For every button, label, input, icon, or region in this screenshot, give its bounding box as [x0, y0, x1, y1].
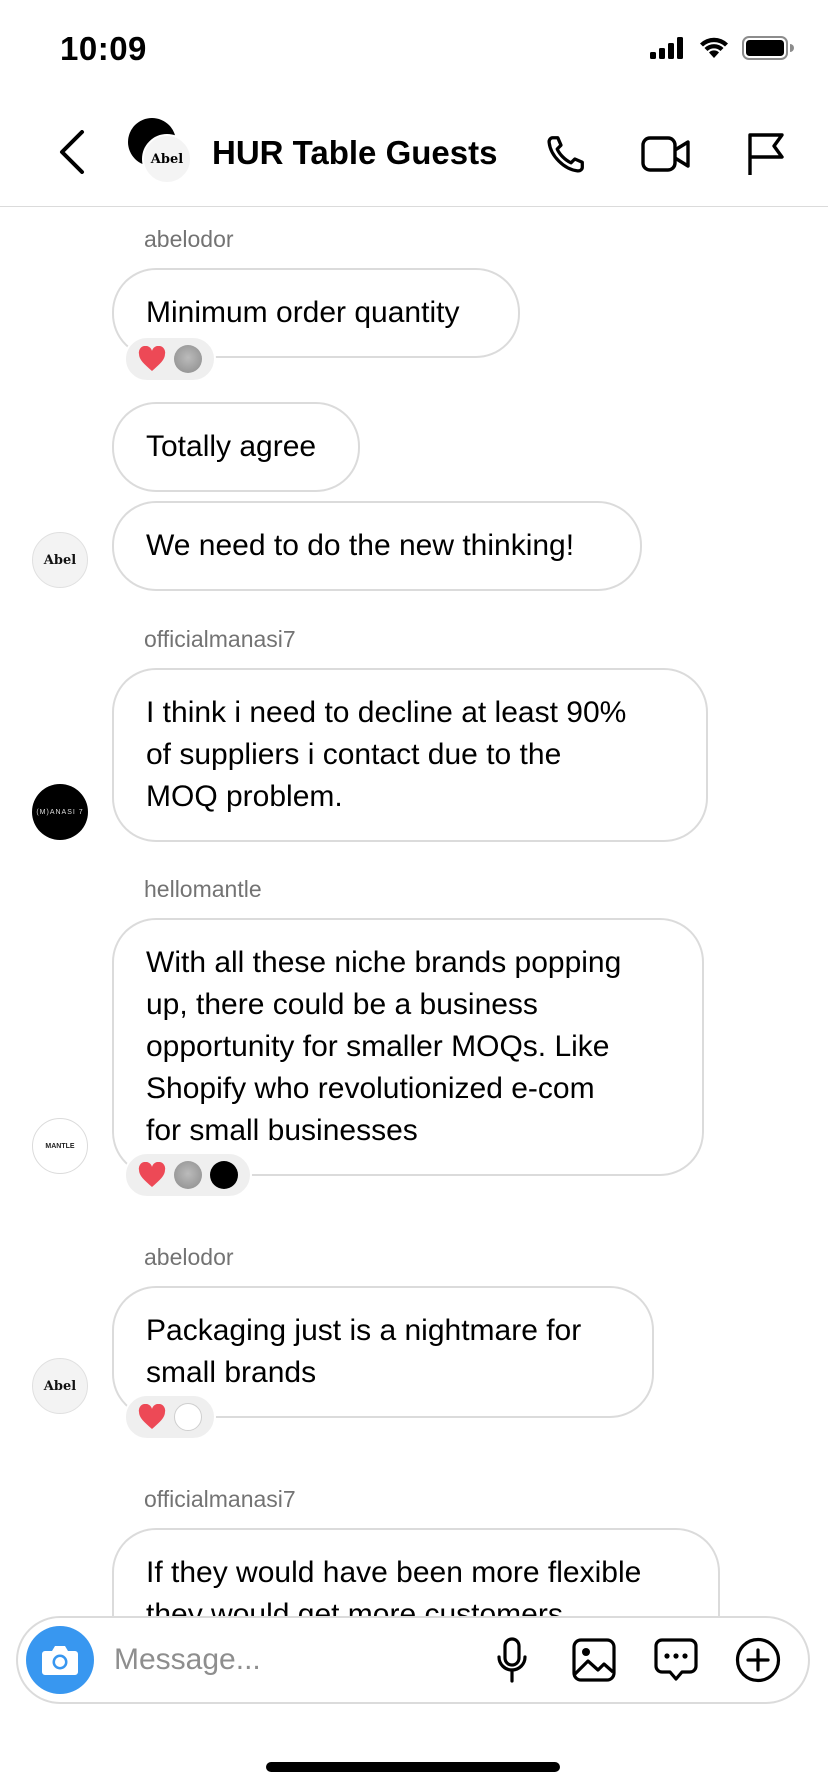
sender-name: officialmanasi7 [144, 626, 296, 652]
status-time: 10:09 [60, 30, 147, 67]
message-line: If they would have been more flexible [146, 1556, 642, 1589]
quick-replies-button[interactable] [652, 1636, 700, 1684]
signal-icon [650, 37, 686, 64]
chevron-left-icon [60, 130, 84, 174]
reactor-avatar [174, 1403, 202, 1431]
more-options-button[interactable] [734, 1636, 782, 1684]
message-line: Shopify who revolutionized e-com [146, 1072, 595, 1105]
group-avatar-front: Abel [142, 134, 192, 184]
status-icons [650, 36, 794, 65]
wifi-icon [698, 36, 730, 65]
message-line: opportunity for smaller MOQs. Like [146, 1030, 610, 1063]
message-line: small brands [146, 1356, 317, 1389]
reactions-bar[interactable] [124, 336, 216, 382]
reactor-avatar [210, 1161, 238, 1189]
avatar[interactable]: (M)ANASI 7 [32, 784, 88, 840]
group-avatar[interactable]: Abel [126, 118, 192, 184]
report-button[interactable] [740, 128, 792, 180]
message-bubble[interactable]: With all these niche brands popping up, … [112, 918, 704, 1176]
reactions-bar[interactable] [124, 1394, 216, 1440]
phone-icon [547, 136, 584, 173]
sender-name: abelodor [144, 226, 234, 252]
message-line: MOQ problem. [146, 780, 343, 813]
message-list[interactable]: abelodor Minimum order quantity Totally … [0, 208, 828, 1616]
sender-name: abelodor [144, 1244, 234, 1270]
gallery-button[interactable] [570, 1636, 618, 1684]
message-line: they would get more customers [146, 1598, 563, 1616]
message-bubble[interactable]: Totally agree [112, 402, 360, 492]
message-bubble[interactable]: We need to do the new thinking! [112, 501, 642, 591]
battery-icon [742, 36, 794, 65]
heart-reaction-icon [138, 1403, 166, 1431]
home-indicator[interactable] [266, 1762, 560, 1772]
message-line: for small businesses [146, 1114, 418, 1147]
composer-actions [488, 1636, 782, 1684]
back-button[interactable] [52, 124, 92, 180]
flag-icon [748, 133, 784, 175]
message-text: We need to do the new thinking! [146, 529, 575, 562]
avatar[interactable]: Abel [32, 532, 88, 588]
avatar[interactable]: Abel [32, 1358, 88, 1414]
image-icon [572, 1638, 616, 1682]
header-actions [540, 128, 792, 180]
reactions-bar[interactable] [124, 1152, 252, 1198]
voice-message-button[interactable] [488, 1636, 536, 1684]
sender-name: officialmanasi7 [144, 1486, 296, 1512]
avatar[interactable]: MANTLE [32, 1118, 88, 1174]
message-line: of suppliers i contact due to the [146, 738, 562, 771]
camera-icon [42, 1646, 78, 1675]
message-text: Totally agree [146, 430, 317, 463]
sender-name: hellomantle [144, 876, 262, 902]
message-input[interactable] [114, 1632, 494, 1688]
message-line: I think i need to decline at least 90% [146, 696, 627, 729]
message-line: up, there could be a business [146, 988, 538, 1021]
video-camera-icon [641, 136, 690, 172]
message-line: With all these niche brands popping [146, 946, 622, 979]
reactor-avatar [174, 345, 202, 373]
heart-reaction-icon [138, 345, 166, 373]
chat-bubble-icon [654, 1638, 698, 1681]
video-call-button[interactable] [640, 128, 692, 180]
message-bubble[interactable]: If they would have been more flexible th… [112, 1528, 720, 1616]
status-bar: 10:09 [0, 0, 828, 100]
reactor-avatar [174, 1161, 202, 1189]
heart-reaction-icon [138, 1161, 166, 1189]
message-line: Packaging just is a nightmare for [146, 1314, 582, 1347]
thread-title[interactable]: HUR Table Guests [212, 134, 497, 172]
audio-call-button[interactable] [540, 128, 592, 180]
camera-button[interactable] [26, 1626, 94, 1694]
message-bubble[interactable]: I think i need to decline at least 90% o… [112, 668, 708, 842]
thread-header: Abel HUR Table Guests [0, 100, 828, 207]
microphone-icon [497, 1637, 527, 1683]
message-text: Minimum order quantity [146, 296, 460, 329]
message-composer [16, 1616, 810, 1704]
plus-circle-icon [735, 1637, 781, 1683]
